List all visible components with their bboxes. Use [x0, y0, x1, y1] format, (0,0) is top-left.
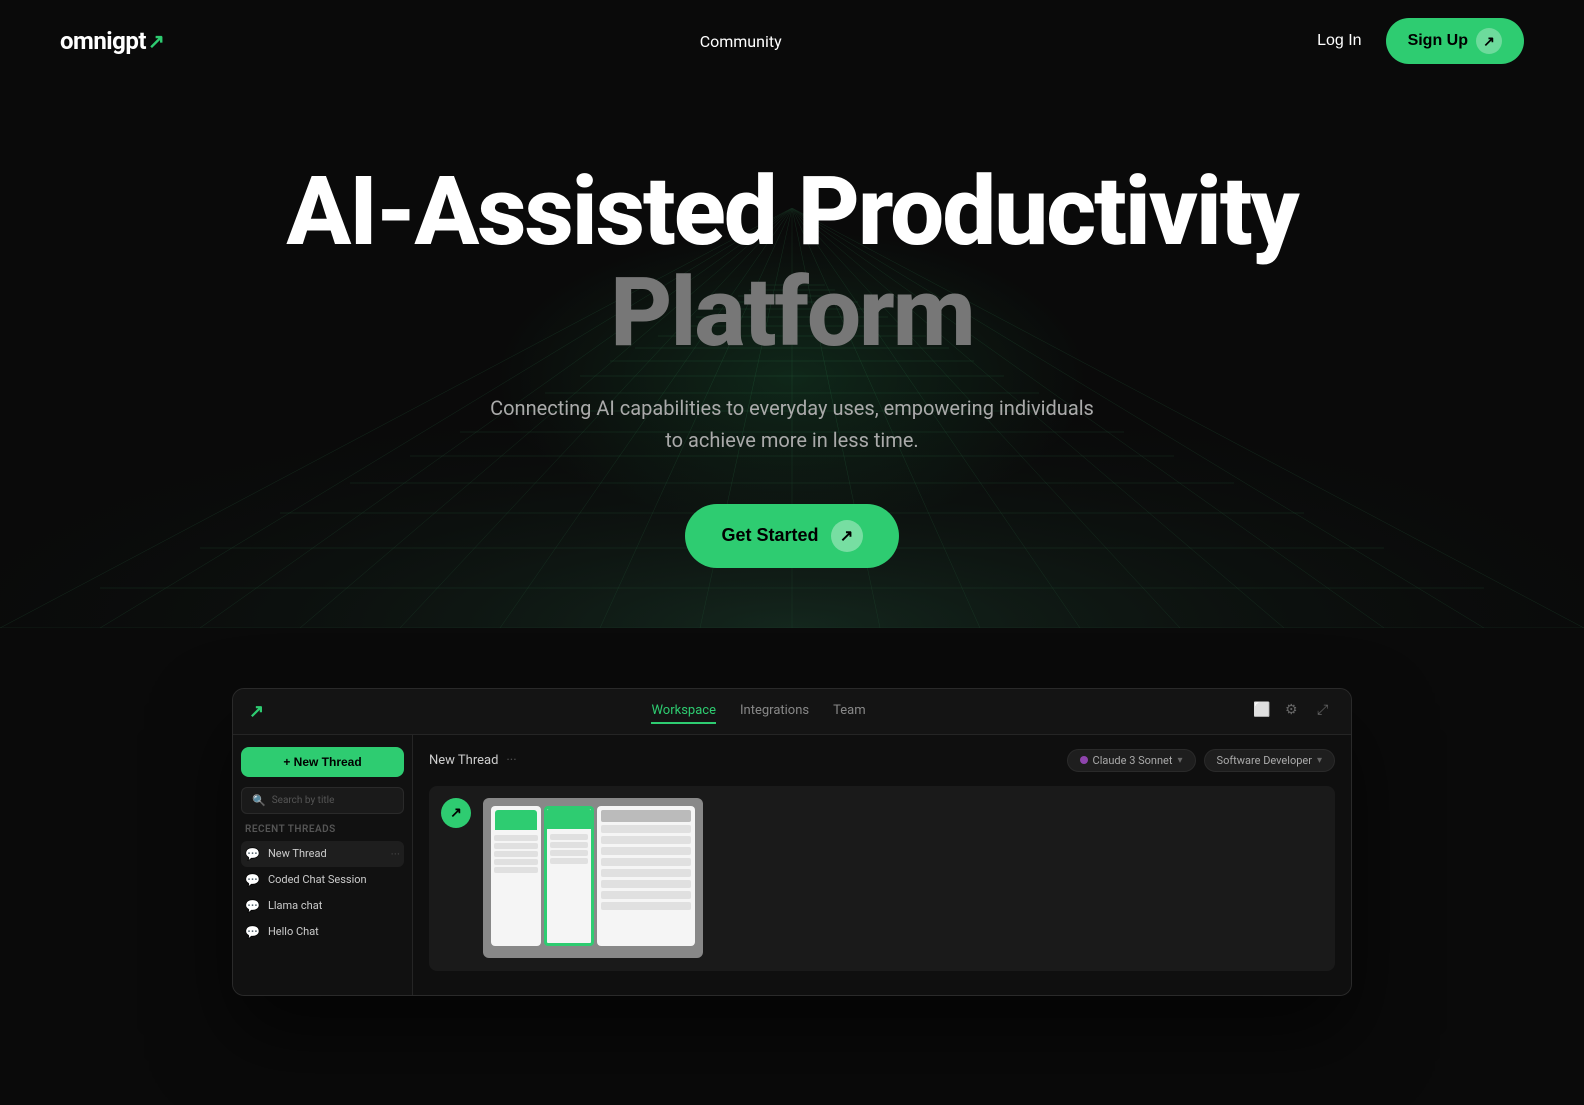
nav-right: Log In Sign Up ↗ [1317, 18, 1524, 64]
canvas-mockup [483, 798, 703, 958]
thread-more-icon[interactable]: ··· [391, 847, 400, 861]
thread-label: New Thread [268, 847, 327, 860]
hero-title-line2: Platform [20, 263, 1564, 364]
login-button[interactable]: Log In [1317, 32, 1361, 50]
get-started-button[interactable]: Get Started ↗ [685, 504, 898, 568]
role-badge-label: Software Developer [1217, 754, 1312, 767]
badge-chevron: ▾ [1178, 755, 1183, 766]
new-thread-button[interactable]: + New Thread [241, 747, 404, 777]
thread-title-text: New Thread [429, 753, 498, 768]
sidebar-search[interactable]: 🔍 Search by title [241, 787, 404, 814]
window-topbar: ↗ Workspace Integrations Team ⬜ ⚙ ⤢ [233, 689, 1351, 735]
navbar: omnigpt↗ Community Log In Sign Up ↗ [0, 0, 1584, 82]
logo-text: omnigpt [60, 27, 146, 55]
thread-icon: 💬 [245, 847, 260, 861]
thread-item-hello[interactable]: 💬 Hello Chat [241, 919, 404, 945]
model-badge-label: Claude 3 Sonnet [1093, 754, 1173, 767]
thread-label-3: Llama chat [268, 899, 322, 912]
thread-item-coded[interactable]: 💬 Coded Chat Session [241, 867, 404, 893]
logo[interactable]: omnigpt↗ [60, 27, 164, 55]
thread-icon-3: 💬 [245, 899, 260, 913]
tab-workspace[interactable]: Workspace [651, 699, 716, 724]
search-placeholder: Search by title [272, 795, 335, 806]
signup-label: Sign Up [1408, 32, 1468, 50]
expand-icon[interactable]: ⤢ [1317, 702, 1335, 720]
nav-center: Community [700, 32, 782, 51]
thread-title: New Thread ··· [429, 753, 517, 768]
get-started-arrow-icon: ↗ [831, 520, 863, 552]
thread-label-2: Coded Chat Session [268, 873, 367, 886]
app-inner: + New Thread 🔍 Search by title Recent Th… [233, 735, 1351, 995]
signup-arrow-icon: ↗ [1476, 28, 1502, 54]
recent-threads-label: Recent Threads [241, 824, 404, 835]
canvas-area: ↗ [429, 786, 1335, 971]
app-main-content: New Thread ··· Claude 3 Sonnet ▾ Softwar… [413, 735, 1351, 995]
thread-icon-4: 💬 [245, 925, 260, 939]
thread-icon-2: 💬 [245, 873, 260, 887]
window-nav-tabs: Workspace Integrations Team [651, 699, 865, 724]
role-badge[interactable]: Software Developer ▾ [1204, 749, 1335, 772]
mockup-list [597, 806, 695, 946]
model-badge[interactable]: Claude 3 Sonnet ▾ [1067, 749, 1196, 772]
settings-icon[interactable]: ⚙ [1285, 702, 1303, 720]
thread-header: New Thread ··· Claude 3 Sonnet ▾ Softwar… [429, 749, 1335, 772]
tab-team[interactable]: Team [833, 699, 866, 724]
thread-item-llama[interactable]: 💬 Llama chat [241, 893, 404, 919]
hero-title: AI-Assisted Productivity Platform [20, 162, 1564, 364]
thread-item-new[interactable]: 💬 New Thread ··· [241, 841, 404, 867]
app-preview: ↗ Workspace Integrations Team ⬜ ⚙ ⤢ + Ne… [172, 688, 1412, 996]
role-chevron: ▾ [1317, 755, 1322, 766]
hero-title-line1: AI-Assisted Productivity [20, 162, 1564, 263]
app-window: ↗ Workspace Integrations Team ⬜ ⚙ ⤢ + Ne… [232, 688, 1352, 996]
canvas-initial: ↗ [441, 798, 471, 828]
document-icon[interactable]: ⬜ [1253, 702, 1271, 720]
thread-dots[interactable]: ··· [506, 753, 516, 768]
logo-arrow-icon: ↗ [148, 29, 164, 53]
mockup-phone-2 [544, 806, 594, 946]
model-badge-dot [1080, 756, 1088, 764]
window-actions: ⬜ ⚙ ⤢ [1253, 702, 1335, 720]
signup-button[interactable]: Sign Up ↗ [1386, 18, 1524, 64]
hero-content: AI-Assisted Productivity Platform Connec… [20, 162, 1564, 568]
tab-integrations[interactable]: Integrations [740, 699, 809, 724]
search-icon: 🔍 [252, 794, 266, 807]
thread-badges: Claude 3 Sonnet ▾ Software Developer ▾ [1067, 749, 1335, 772]
mockup-phone-1 [491, 806, 541, 946]
window-logo: ↗ [249, 701, 264, 722]
thread-label-4: Hello Chat [268, 925, 319, 938]
hero-section: AI-Assisted Productivity Platform Connec… [0, 82, 1584, 628]
nav-community-link[interactable]: Community [700, 32, 782, 51]
get-started-label: Get Started [721, 525, 818, 546]
hero-subtitle: Connecting AI capabilities to everyday u… [482, 392, 1102, 456]
app-sidebar: + New Thread 🔍 Search by title Recent Th… [233, 735, 413, 995]
